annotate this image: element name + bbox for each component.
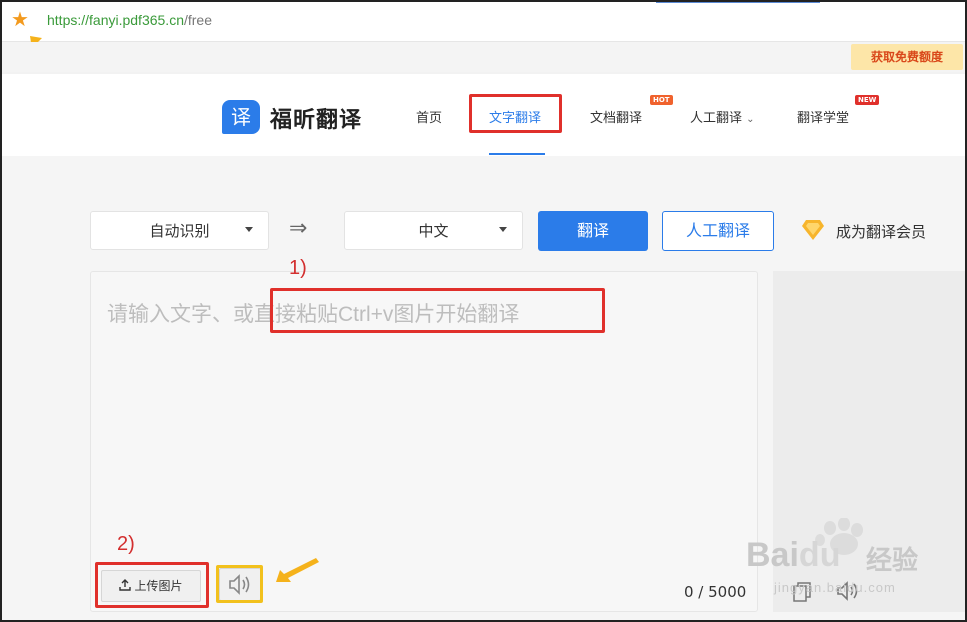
chevron-down-icon: ⌄ <box>746 114 755 125</box>
target-language-select[interactable]: 中文 <box>344 211 523 250</box>
nav-doc-translate[interactable]: 文档翻译 <box>590 107 642 126</box>
nav-home[interactable]: 首页 <box>416 107 442 126</box>
watermark-url: jingyan.baidu.com <box>774 580 896 595</box>
url-text[interactable]: https://fanyi.pdf365.cn/free <box>47 12 212 28</box>
annotation-box-nav <box>469 94 562 133</box>
nav-human-translate[interactable]: 人工翻译 ⌄ <box>690 107 755 126</box>
watermark-cn: 经验 <box>866 546 919 576</box>
translate-button[interactable]: 翻译 <box>538 211 648 251</box>
url-path: /free <box>183 12 212 28</box>
bookmark-star-icon[interactable]: ★ <box>11 9 29 29</box>
url-host: https://fanyi.pdf365.cn <box>47 12 184 28</box>
source-language-value: 自动识别 <box>149 222 210 240</box>
promo-strip <box>0 42 967 74</box>
annotation-box-speaker <box>216 565 263 603</box>
swap-language-icon[interactable]: ⇒ <box>289 216 307 241</box>
annotation-label-1: 1) <box>289 257 307 279</box>
watermark-brand: Baidu <box>746 536 840 575</box>
human-translate-button[interactable]: 人工翻译 <box>662 211 774 251</box>
new-badge: NEW <box>855 95 880 105</box>
watermark-brand-part2: du <box>798 536 841 574</box>
logo-text[interactable]: 福昕翻译 <box>270 102 362 134</box>
char-counter: 0 / 5000 <box>684 583 747 601</box>
watermark-brand-part1: Bai <box>746 536 799 574</box>
annotation-label-2: 2) <box>117 533 135 555</box>
annotation-box-upload <box>95 562 209 608</box>
become-member-link[interactable]: 成为翻译会员 <box>836 221 926 242</box>
hot-badge: HOT <box>650 95 673 105</box>
tab-indicator <box>656 0 820 3</box>
annotation-box-placeholder <box>270 288 605 333</box>
nav-academy[interactable]: 翻译学堂 <box>797 107 849 126</box>
source-language-select[interactable]: 自动识别 <box>90 211 269 250</box>
nav-human-label: 人工翻译 <box>690 111 743 126</box>
annotation-arrow-icon <box>276 558 319 582</box>
free-quota-button[interactable]: 获取免费额度 <box>851 44 963 70</box>
diamond-icon <box>802 220 824 240</box>
caret-down-icon <box>499 227 507 232</box>
caret-down-icon <box>245 227 253 232</box>
nav-active-underline <box>489 153 545 155</box>
target-language-value: 中文 <box>418 222 449 240</box>
logo-icon[interactable]: 译 <box>222 100 260 134</box>
